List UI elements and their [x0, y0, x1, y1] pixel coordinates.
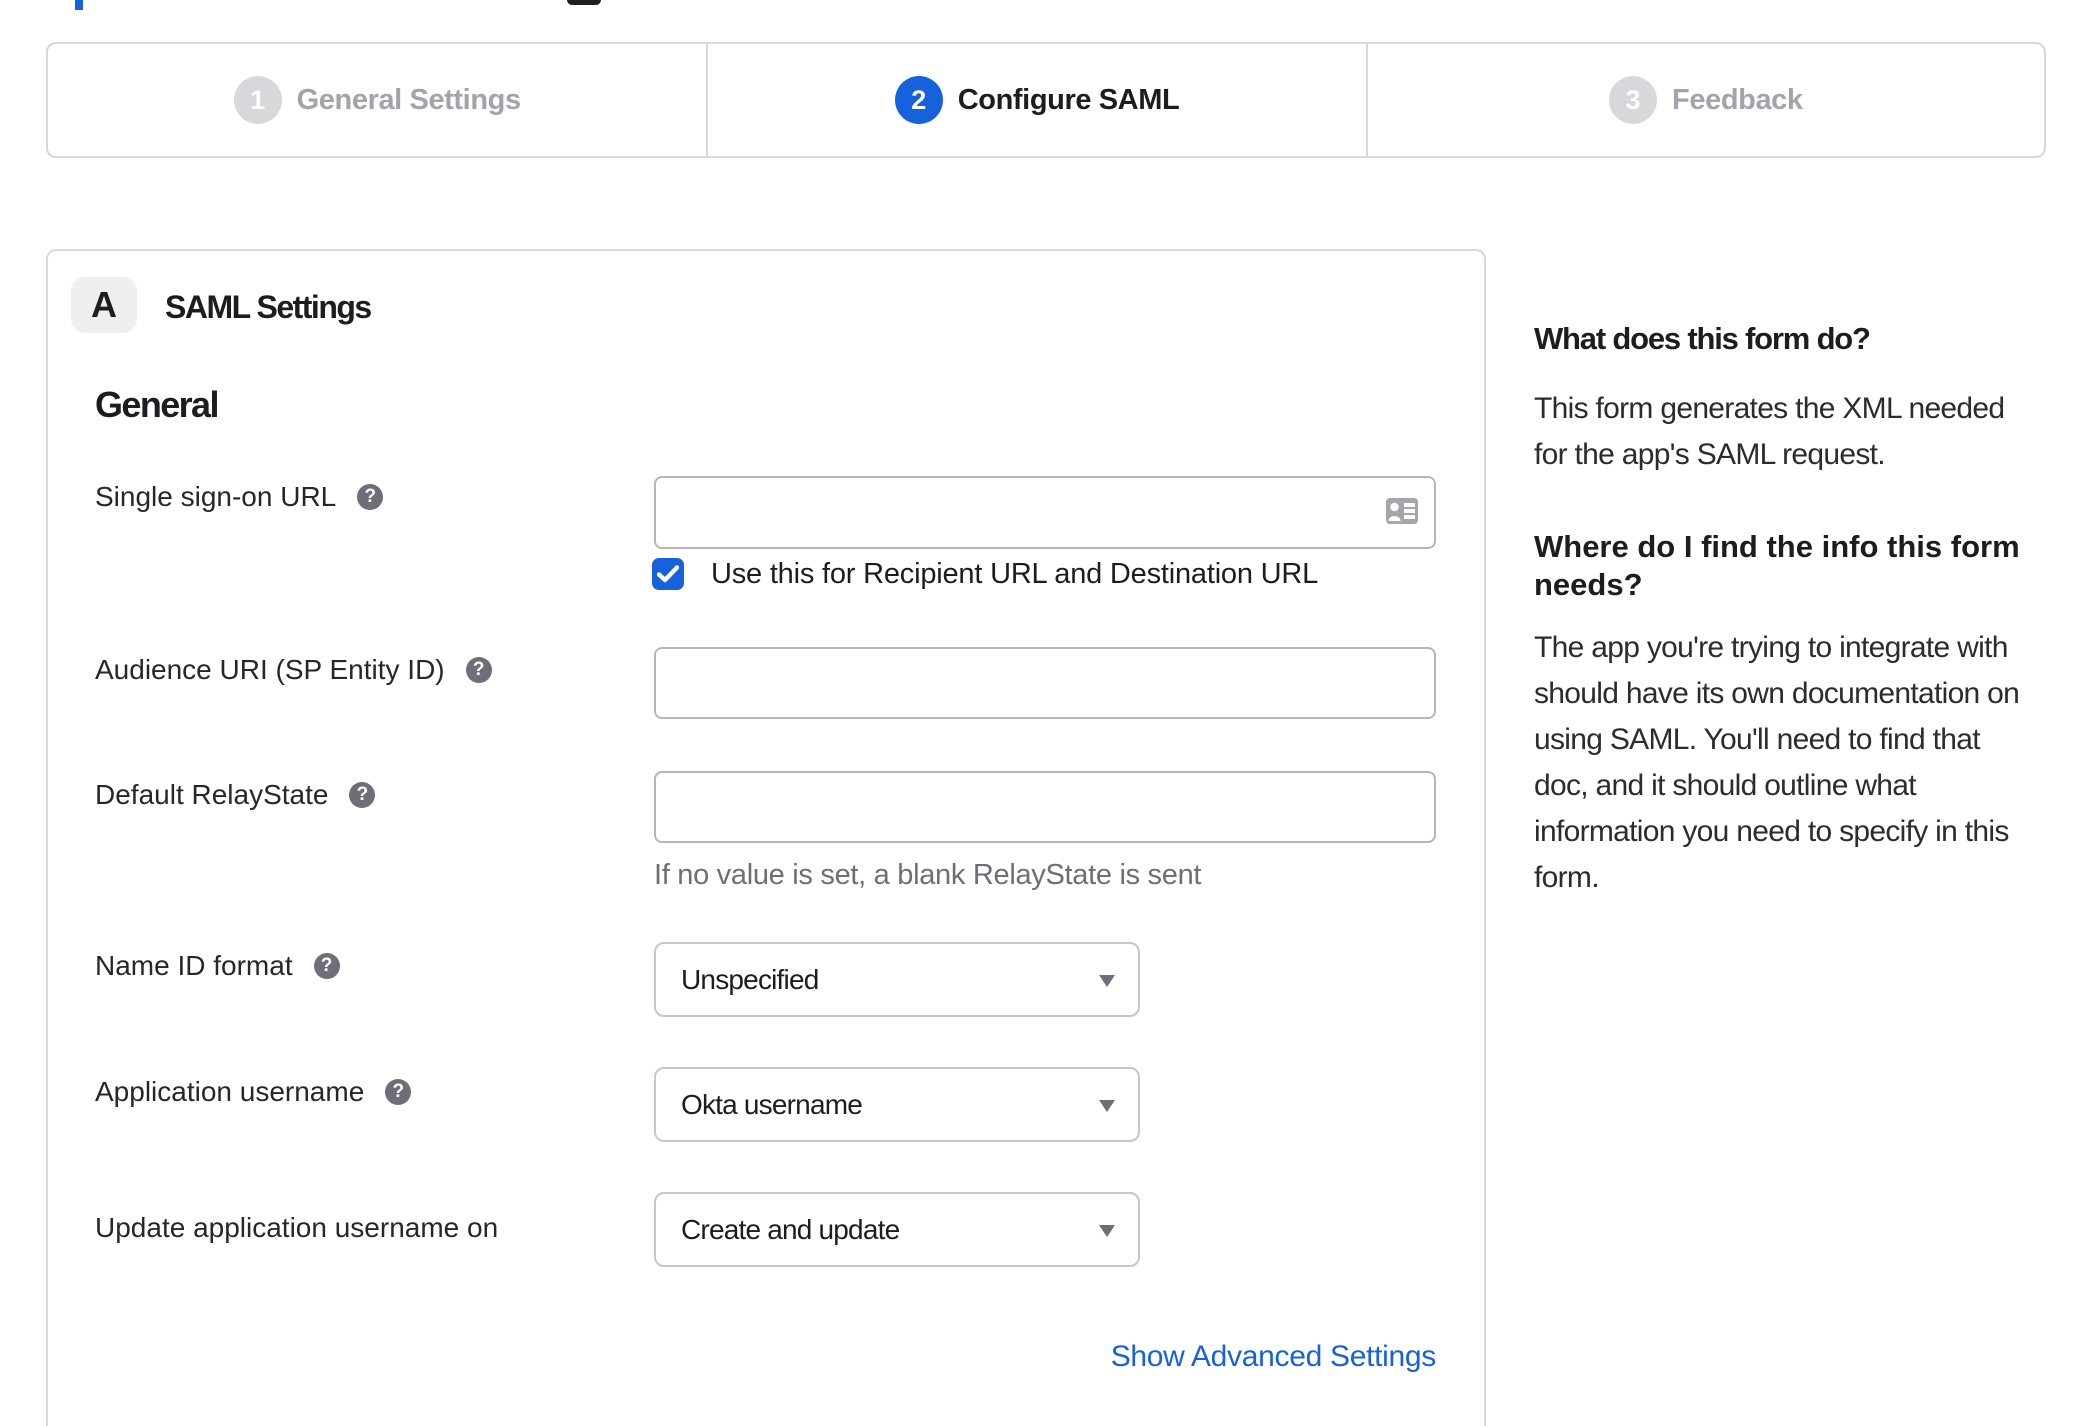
step-1-number-badge: 1: [233, 76, 282, 124]
cropped-back-link-remnant: [75, 0, 83, 10]
sidebar-paragraph-what: This form generates the XML needed for t…: [1534, 392, 2005, 471]
contact-card-icon[interactable]: [1386, 498, 1418, 524]
sidebar-heading-what: What does this form do?: [1534, 321, 1871, 356]
sidebar-heading-where: Where do I find the info this form needs…: [1534, 529, 2020, 602]
chevron-down-icon: [1099, 1099, 1115, 1112]
step-2-label: Configure SAML: [957, 83, 1180, 116]
step-3-label: Feedback: [1672, 83, 1803, 116]
wizard-stepper: 1 General Settings 2 Configure SAML 3 Fe…: [46, 42, 2046, 158]
audience-uri-label: Audience URI (SP Entity ID): [95, 654, 445, 685]
sso-url-help-icon[interactable]: ?: [357, 484, 384, 510]
application-username-select[interactable]: Okta username: [654, 1067, 1140, 1142]
page: 1 General Settings 2 Configure SAML 3 Fe…: [0, 0, 2092, 1426]
sso-url-label: Single sign-on URL: [95, 481, 337, 512]
sso-url-input[interactable]: [654, 476, 1436, 549]
update-username-label: Update application username on: [95, 1212, 499, 1243]
general-group-title: General: [95, 384, 219, 425]
name-id-format-label: Name ID format: [95, 950, 293, 981]
relay-state-label-row: Default RelayState ?: [95, 778, 376, 812]
step-3-number-badge: 3: [1609, 76, 1658, 124]
application-username-value: Okta username: [681, 1088, 863, 1120]
audience-uri-input[interactable]: [654, 647, 1436, 719]
chevron-down-icon: [1099, 1224, 1115, 1237]
name-id-format-help-icon[interactable]: ?: [313, 953, 340, 979]
application-username-help-icon[interactable]: ?: [385, 1079, 412, 1105]
relay-state-hint: If no value is set, a blank RelayState i…: [654, 859, 1202, 891]
recipient-url-checkbox-row: Use this for Recipient URL and Destinati…: [652, 558, 1318, 590]
sidebar-paragraph-where: The app you're trying to integrate with …: [1534, 631, 2020, 894]
audience-uri-label-row: Audience URI (SP Entity ID) ?: [95, 653, 492, 687]
show-advanced-settings-link[interactable]: Show Advanced Settings: [654, 1337, 1437, 1377]
recipient-url-checkbox[interactable]: [652, 558, 684, 590]
name-id-format-label-row: Name ID format ?: [95, 949, 340, 983]
relay-state-help-icon[interactable]: ?: [349, 782, 376, 808]
recipient-url-checkbox-label: Use this for Recipient URL and Destinati…: [711, 557, 1319, 590]
relay-state-label: Default RelayState: [95, 779, 329, 810]
name-id-format-select[interactable]: Unspecified: [654, 942, 1140, 1017]
chevron-down-icon: [1099, 974, 1115, 987]
cropped-page-title-remnant: [567, 0, 601, 5]
update-username-value: Create and update: [681, 1213, 900, 1245]
step-feedback[interactable]: 3 Feedback: [1365, 44, 2044, 156]
section-a-badge: A: [71, 277, 137, 333]
saml-settings-card: A SAML Settings General Single sign-on U…: [46, 249, 1486, 1426]
step-configure-saml[interactable]: 2 Configure SAML: [706, 44, 1365, 156]
update-username-select[interactable]: Create and update: [654, 1192, 1140, 1267]
section-title: SAML Settings: [165, 289, 372, 325]
step-1-label: General Settings: [296, 83, 521, 116]
sso-url-label-row: Single sign-on URL ?: [95, 480, 384, 514]
step-general-settings[interactable]: 1 General Settings: [48, 44, 706, 156]
update-username-label-row: Update application username on: [95, 1211, 498, 1245]
step-2-number-badge: 2: [894, 76, 943, 124]
name-id-format-value: Unspecified: [681, 963, 819, 995]
audience-uri-help-icon[interactable]: ?: [465, 657, 492, 683]
application-username-label-row: Application username ?: [95, 1075, 412, 1109]
application-username-label: Application username: [95, 1076, 365, 1107]
relay-state-input[interactable]: [654, 771, 1436, 843]
